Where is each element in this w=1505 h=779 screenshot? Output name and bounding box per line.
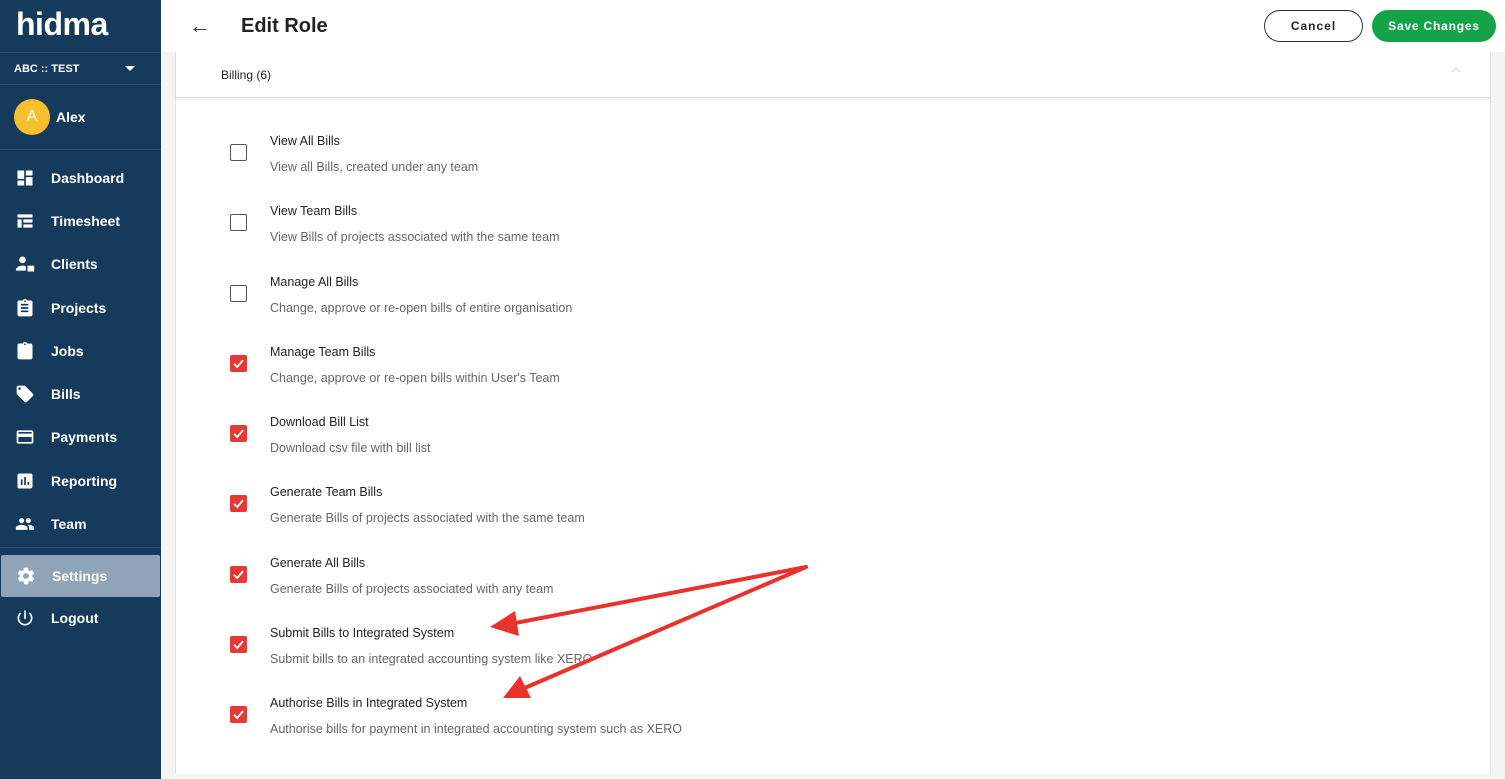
avatar: A <box>14 99 50 135</box>
gear-icon <box>17 567 35 585</box>
permission-checkbox[interactable] <box>230 495 247 513</box>
permission-checkbox[interactable] <box>230 706 247 723</box>
sidebar-item-label: Payments <box>51 429 118 446</box>
sidebar-item-jobs[interactable]: Jobs <box>0 329 161 372</box>
tag-icon <box>16 385 34 403</box>
section-title: Billing (6) <box>221 67 272 82</box>
permission-title: Manage Team Bills <box>270 344 376 359</box>
page-title: Edit Role <box>241 14 328 37</box>
permission-title: Authorise Bills in Integrated System <box>270 696 468 710</box>
checkmark-icon <box>233 359 244 369</box>
sidebar-item-dashboard[interactable]: Dashboard <box>0 156 161 199</box>
sidebar-item-label: Jobs <box>51 342 84 359</box>
sidebar-item-projects[interactable]: Projects <box>0 286 161 329</box>
sidebar-item-reporting[interactable]: Reporting <box>0 459 161 502</box>
permission-checkbox[interactable] <box>230 354 247 372</box>
sidebar-item-logout[interactable]: Logout <box>0 597 161 640</box>
sidebar-item-label: Team <box>51 516 87 533</box>
app-logo[interactable]: hidma <box>0 0 161 53</box>
sidebar-item-payments[interactable]: Payments <box>0 416 161 459</box>
power-icon <box>17 610 33 626</box>
user-name: Alex <box>56 109 86 125</box>
chevron-down-icon <box>125 66 135 71</box>
page-header: ← Edit Role Cancel Save Changes <box>161 0 1505 52</box>
sidebar-item-bills[interactable]: Bills <box>0 372 161 415</box>
sidebar-item-label: Logout <box>51 610 99 627</box>
sidebar-item-label: Dashboard <box>51 169 125 186</box>
permission-description: Generate Bills of projects associated wi… <box>270 511 585 526</box>
checkmark-icon <box>233 640 244 650</box>
permission-title: Generate Team Bills <box>270 485 383 500</box>
sidebar-item-label: Timesheet <box>51 212 120 229</box>
sidebar-item-timesheet[interactable]: Timesheet <box>0 199 161 242</box>
sidebar-item-label: Bills <box>51 386 81 403</box>
sidebar-item-team[interactable]: Team <box>0 502 161 545</box>
permission-checkbox[interactable] <box>230 284 247 302</box>
sidebar-divider <box>0 546 161 548</box>
clients-icon <box>15 256 35 272</box>
table-icon <box>17 214 33 228</box>
permission-title: View Team Bills <box>270 204 358 219</box>
permission-checkbox[interactable] <box>230 635 247 653</box>
permission-description: View all Bills, created under any team <box>270 160 479 174</box>
permission-title: Submit Bills to Integrated System <box>270 625 455 640</box>
section-header-billing[interactable]: Billing (6) <box>176 52 1490 98</box>
permission-description: View Bills of projects associated with t… <box>270 230 560 245</box>
checkmark-icon <box>233 710 244 720</box>
sidebar-item-settings[interactable]: Settings <box>1 554 160 597</box>
org-selector[interactable]: ABC :: TEST <box>0 53 161 85</box>
permissions-card: Billing (6) View All Bills View all Bills… <box>175 52 1491 774</box>
clipboard-icon <box>17 298 33 316</box>
sidebar-item-label: Reporting <box>51 472 118 489</box>
permission-title: Download Bill List <box>270 415 369 429</box>
permission-checkbox[interactable] <box>230 144 247 161</box>
permission-description: Download csv file with bill list <box>270 441 431 455</box>
permission-title: View All Bills <box>270 134 340 148</box>
sidebar-item-label: Settings <box>52 567 108 584</box>
permission-description: Change, approve or re-open bills of enti… <box>270 300 573 315</box>
sidebar: hidma ABC :: TEST A Alex Dashboard Times… <box>0 0 161 779</box>
sidebar-item-label: Projects <box>51 299 107 316</box>
cancel-button[interactable]: Cancel <box>1264 10 1363 42</box>
permission-checkbox[interactable] <box>230 565 247 583</box>
sidebar-item-clients[interactable]: Clients <box>0 243 161 286</box>
checkmark-icon <box>233 429 244 439</box>
permission-title: Manage All Bills <box>270 274 359 289</box>
credit-card-icon <box>16 430 34 445</box>
bar-chart-icon <box>17 473 33 489</box>
permission-description: Submit bills to an integrated accounting… <box>270 651 593 666</box>
checkmark-icon <box>233 570 244 579</box>
checkmark-icon <box>233 499 244 509</box>
sidebar-item-label: Clients <box>51 256 98 273</box>
clipboard-icon <box>17 341 33 360</box>
permission-description: Authorise bills for payment in integrate… <box>270 722 683 736</box>
org-name: ABC :: TEST <box>14 62 80 75</box>
user-profile[interactable]: A Alex <box>0 85 161 150</box>
permission-checkbox[interactable] <box>230 214 247 232</box>
permission-description: Generate Bills of projects associated wi… <box>270 581 554 596</box>
dashboard-icon <box>17 170 33 186</box>
chevron-up-icon[interactable] <box>1450 64 1462 76</box>
permission-description: Change, approve or re-open bills within … <box>270 370 560 385</box>
permission-checkbox[interactable] <box>230 425 247 442</box>
people-icon <box>15 518 35 530</box>
save-changes-button[interactable]: Save Changes <box>1372 10 1496 42</box>
back-arrow-icon[interactable]: ← <box>189 13 219 39</box>
permission-title: Generate All Bills <box>270 555 366 570</box>
